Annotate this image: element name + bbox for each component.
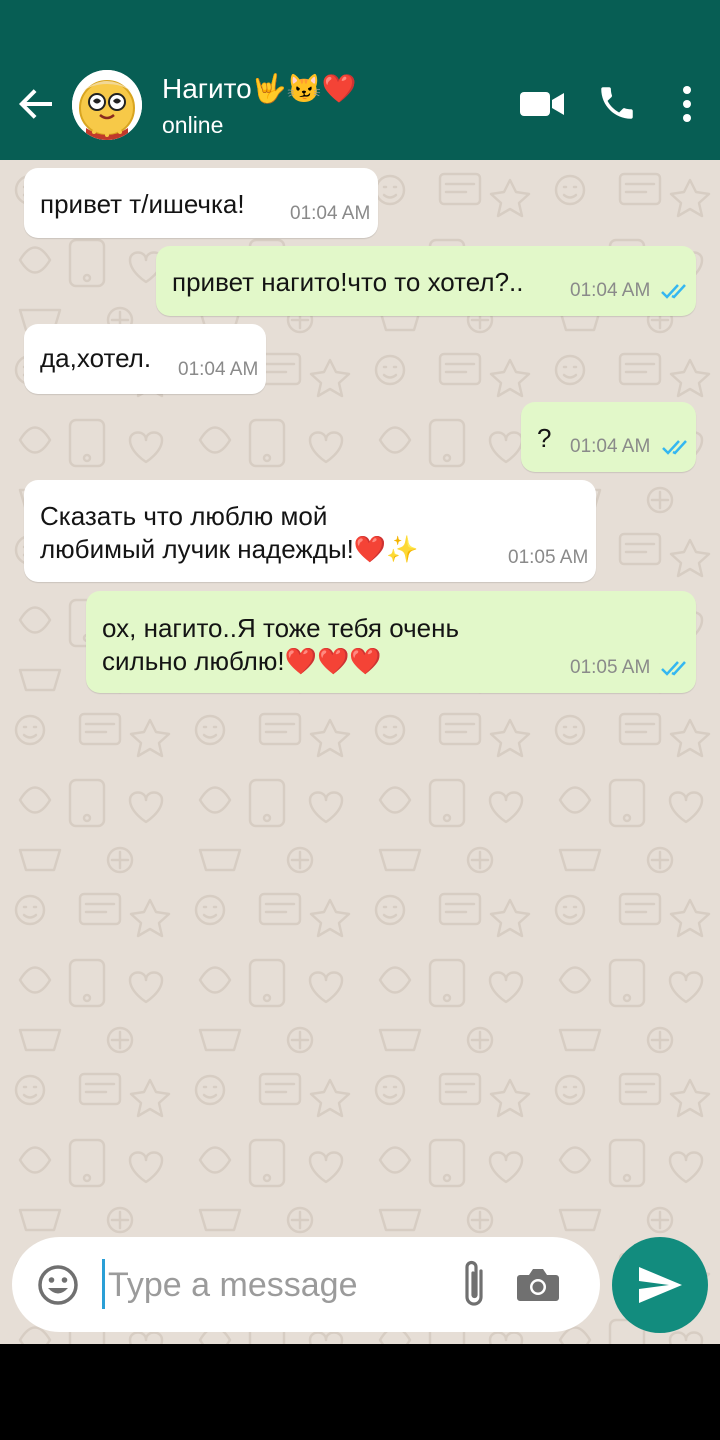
message-time: 01:04 AM: [570, 436, 651, 457]
message-text: ?: [537, 423, 552, 453]
send-button[interactable]: [612, 1237, 708, 1333]
camera-icon[interactable]: [516, 1265, 560, 1303]
message-bubble-outgoing[interactable]: ? 01:04 AM: [521, 402, 696, 472]
message-time: 01:04 AM: [290, 203, 371, 224]
double-check-icon: [662, 440, 687, 455]
message-bubble-incoming[interactable]: привет т/ишечка! 01:04 AM: [24, 168, 378, 238]
message-bubble-outgoing[interactable]: ох, нагито..Я тоже тебя очень сильно люб…: [86, 591, 696, 693]
message-bubble-incoming[interactable]: Сказать что люблю мой любимый лучик наде…: [24, 480, 596, 582]
chat-header: Нагито🤟😼❤️ online: [0, 0, 720, 160]
message-composer: [12, 1237, 600, 1332]
phone-call-icon[interactable]: [596, 82, 638, 124]
double-check-icon: [661, 661, 686, 676]
contact-status: online: [162, 112, 224, 138]
message-time: 01:05 AM: [570, 657, 651, 678]
message-bubble-outgoing[interactable]: привет нагито!что то хотел?.. 01:04 AM: [156, 246, 696, 316]
message-time: 01:04 AM: [570, 280, 651, 301]
message-text: привет нагито!что то хотел?..: [172, 267, 524, 297]
send-icon: [639, 1267, 682, 1303]
chat-area[interactable]: привет т/ишечка! 01:04 AM привет нагито!…: [0, 160, 720, 1344]
contact-avatar[interactable]: [72, 70, 142, 140]
video-call-icon[interactable]: [518, 86, 566, 122]
message-time: 01:05 AM: [508, 547, 589, 568]
contact-name[interactable]: Нагито🤟😼❤️: [162, 70, 356, 108]
text-cursor: [102, 1259, 105, 1309]
double-check-icon: [661, 284, 686, 299]
more-vert-icon[interactable]: [672, 84, 702, 124]
arrow-back-icon[interactable]: [14, 82, 58, 126]
message-text: привет т/ишечка!: [40, 189, 245, 219]
message-text: Сказать что люблю мой любимый лучик наде…: [40, 501, 419, 564]
message-text: да,хотел.: [40, 343, 152, 373]
message-bubble-incoming[interactable]: да,хотел. 01:04 AM: [24, 324, 266, 394]
system-navigation-bar: [0, 1344, 720, 1440]
message-input[interactable]: [108, 1255, 438, 1315]
paperclip-icon[interactable]: [457, 1259, 493, 1311]
message-text: ох, нагито..Я тоже тебя очень сильно люб…: [102, 613, 460, 676]
emoji-icon[interactable]: [36, 1263, 80, 1307]
message-time: 01:04 AM: [178, 359, 259, 380]
